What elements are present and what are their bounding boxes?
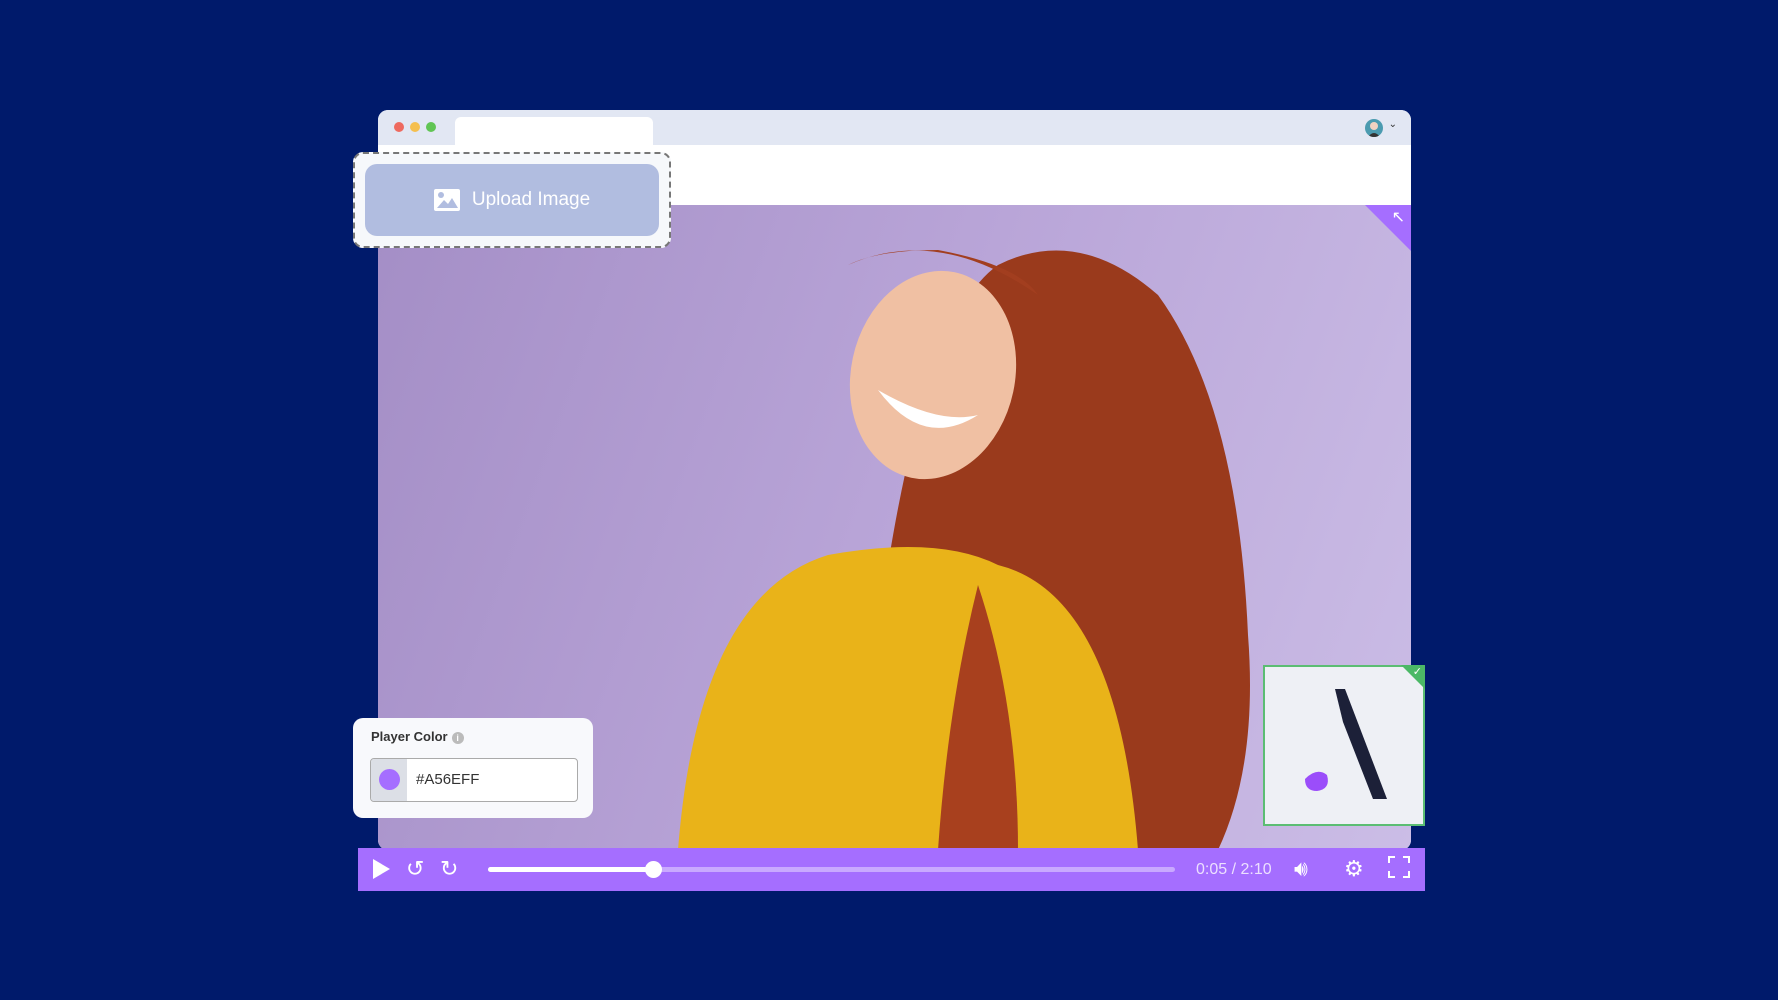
player-color-heading: Player Color i: [371, 729, 464, 744]
forward-icon: ↻: [440, 856, 459, 881]
avatar[interactable]: [1365, 119, 1383, 137]
chevron-down-icon[interactable]: ⌄: [1389, 119, 1397, 130]
volume-icon: 🔊︎: [1294, 856, 1308, 881]
color-swatch: [379, 769, 400, 790]
maximize-window-button[interactable]: [426, 122, 436, 132]
fullscreen-button[interactable]: [1388, 856, 1410, 884]
minimize-window-button[interactable]: [410, 122, 420, 132]
player-color-label: Player Color: [371, 729, 448, 744]
rewind-button[interactable]: ↺: [406, 856, 424, 882]
progress-slider[interactable]: [488, 861, 1175, 878]
browser-tab[interactable]: [455, 117, 653, 145]
upload-image-card: Upload Image: [353, 152, 671, 248]
player-color-value: #A56EFF: [416, 771, 480, 788]
player-color-input[interactable]: #A56EFF: [370, 758, 578, 802]
play-button[interactable]: [370, 856, 392, 888]
upload-image-button[interactable]: Upload Image: [365, 164, 659, 236]
info-icon[interactable]: i: [451, 731, 464, 744]
arrow-up-left-icon[interactable]: ↖: [1392, 207, 1405, 227]
fullscreen-icon: [1388, 856, 1410, 878]
upload-image-label: Upload Image: [471, 189, 591, 210]
rewind-icon: ↺: [406, 856, 425, 881]
image-icon: [433, 189, 460, 211]
progress-fill: [488, 867, 653, 872]
player-color-card: Player Color i #A56EFF: [353, 718, 593, 818]
gear-icon: ⚙: [1344, 856, 1364, 881]
volume-button[interactable]: 🔊︎: [1294, 856, 1308, 882]
brand-logo: [1305, 689, 1387, 799]
play-icon: [373, 859, 390, 879]
close-window-button[interactable]: [394, 122, 404, 132]
title-bar: ⌄: [378, 110, 1411, 145]
color-swatch-button[interactable]: [371, 759, 407, 801]
player-control-bar: ↺ ↻ 0:05 / 2:10 🔊︎ ⚙: [358, 848, 1425, 891]
logo-watermark[interactable]: ✓: [1263, 665, 1425, 826]
forward-button[interactable]: ↻: [440, 856, 458, 882]
check-icon: ✓: [1412, 666, 1422, 678]
progress-thumb[interactable]: [644, 861, 662, 878]
time-display: 0:05 / 2:10: [1196, 861, 1272, 878]
settings-button[interactable]: ⚙: [1344, 856, 1364, 882]
